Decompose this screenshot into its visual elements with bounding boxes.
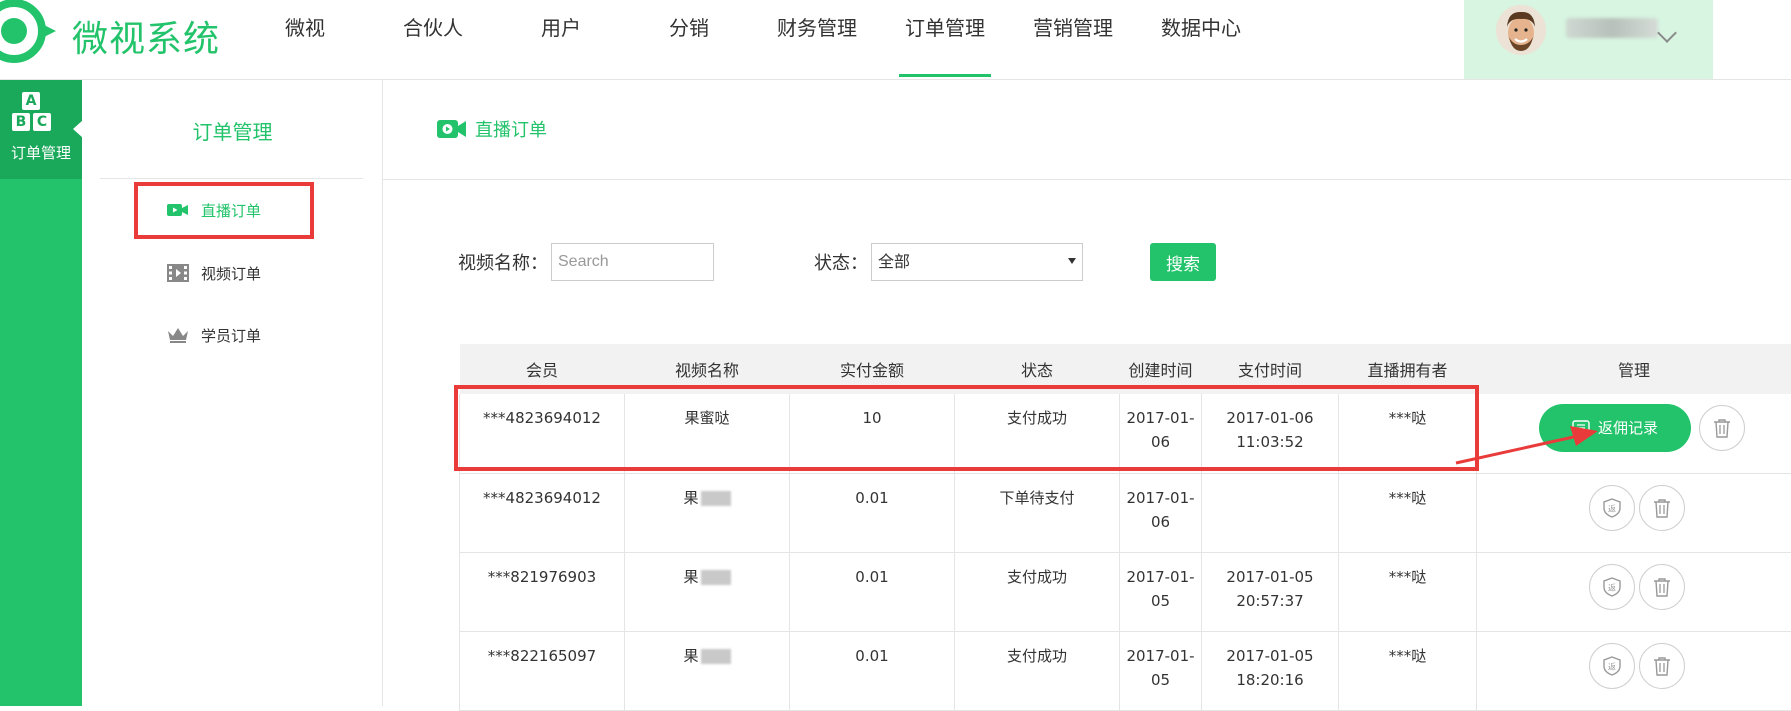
cell-video: 果 [625,631,790,710]
highlight-box-sidebar [134,182,314,239]
cell-amount: 0.01 [790,631,955,710]
delete-button[interactable] [1639,485,1685,531]
table-row: ***4823694012 果 0.01 下单待支付 2017-01-06 **… [460,473,1791,552]
nav-users[interactable]: 用户 [497,0,625,80]
svg-text:返: 返 [1608,662,1616,671]
cell-amount: 0.01 [790,552,955,631]
table-row: ***822165097 果 0.01 支付成功 2017-01-05 2017… [460,631,1791,710]
video-camera-icon [437,118,467,140]
abc-blocks-icon: A B C [12,92,52,134]
cell-created: 2017-01-05 [1120,631,1202,710]
cell-status: 支付成功 [955,631,1120,710]
trash-icon [1653,498,1671,518]
blurred-text [701,649,731,664]
cell-video-text: 果 [683,489,698,507]
logo-text: 微视系统 [72,10,220,62]
cell-status: 下单待支付 [955,473,1120,552]
trash-icon [1653,577,1671,597]
cell-owner: ***哒 [1339,631,1477,710]
cell-owner: ***哒 [1339,552,1477,631]
nav-weishi[interactable]: 微视 [241,0,369,80]
sidebar-item-video-orders[interactable]: 视频订单 [167,258,261,288]
cell-owner: ***哒 [1339,473,1477,552]
page-header: 直播订单 [383,80,1791,180]
status-label: 状态： [814,249,868,275]
cell-manage: 返佣记录 [1477,394,1791,473]
nav-finance[interactable]: 财务管理 [753,0,881,80]
chevron-down-icon[interactable] [1657,23,1677,43]
cell-manage: 返 [1477,473,1791,552]
trash-icon [1713,418,1731,438]
main-nav: 微视 合伙人 用户 分销 财务管理 订单管理 营销管理 数据中心 [241,0,1265,80]
sidebar: 订单管理 直播订单 视频订单 学员订单 [82,80,383,706]
cell-manage: 返 [1477,552,1791,631]
page-title: 直播订单 [437,116,547,142]
sidebar-title: 订单管理 [82,116,383,145]
svg-text:返: 返 [1608,583,1616,592]
trash-icon [1653,656,1671,676]
sidebar-item-label: 学员订单 [201,325,261,346]
cell-video-text: 果 [683,647,698,665]
sidebar-divider [100,178,363,179]
cell-created: 2017-01-06 [1120,473,1202,552]
col-manage: 管理 [1477,344,1791,394]
video-name-label: 视频名称： [458,249,548,275]
delete-button[interactable] [1699,405,1745,451]
cell-created: 2017-01-05 [1120,552,1202,631]
delete-button[interactable] [1639,564,1685,610]
avatar [1496,5,1546,55]
cell-status: 支付成功 [955,552,1120,631]
user-menu[interactable] [1464,0,1713,79]
cell-amount: 0.01 [790,473,955,552]
highlight-box-row [454,385,1479,471]
cell-video: 果 [625,552,790,631]
rebate-record-button[interactable]: 返佣记录 [1539,404,1691,452]
rebate-icon-button[interactable]: 返 [1589,643,1635,689]
user-name-blurred [1566,18,1658,38]
table-row: ***821976903 果 0.01 支付成功 2017-01-05 2017… [460,552,1791,631]
rebate-record-label: 返佣记录 [1598,416,1658,440]
nav-orders[interactable]: 订单管理 [881,0,1009,80]
blurred-text [701,570,731,585]
rebate-icon [1572,420,1590,436]
nav-marketing[interactable]: 营销管理 [1009,0,1137,80]
blurred-text [701,491,731,506]
film-icon [167,264,189,282]
cell-paid: 2017-01-05 18:20:16 [1202,631,1339,710]
eye-logo-icon [0,0,64,64]
cell-member: ***4823694012 [460,473,625,552]
shield-rebate-icon: 返 [1602,577,1622,597]
module-bar: A B C 订单管理 [0,80,82,706]
search-button[interactable]: 搜索 [1150,243,1216,281]
cell-manage: 返 [1477,631,1791,710]
shield-rebate-icon: 返 [1602,498,1622,518]
cell-video: 果 [625,473,790,552]
rebate-icon-button[interactable]: 返 [1589,485,1635,531]
nav-partner[interactable]: 合伙人 [369,0,497,80]
module-orders-label: 订单管理 [0,142,82,163]
cell-member: ***822165097 [460,631,625,710]
cell-video-text: 果 [683,568,698,586]
sidebar-item-label: 视频订单 [201,263,261,284]
module-orders[interactable]: A B C 订单管理 [0,80,82,179]
status-select-value: 全部 [878,252,910,271]
nav-distribution[interactable]: 分销 [625,0,753,80]
crown-icon [167,326,189,344]
svg-text:返: 返 [1608,504,1616,513]
video-name-search-input[interactable] [551,243,714,281]
dropdown-arrow-icon [1068,258,1076,264]
cell-paid [1202,473,1339,552]
nav-data-center[interactable]: 数据中心 [1137,0,1265,80]
status-select[interactable]: 全部 [871,243,1083,281]
shield-rebate-icon: 返 [1602,656,1622,676]
delete-button[interactable] [1639,643,1685,689]
top-header: 微视系统 微视 合伙人 用户 分销 财务管理 订单管理 营销管理 数据中心 [0,0,1791,80]
sidebar-item-student-orders[interactable]: 学员订单 [167,320,261,350]
page-title-text: 直播订单 [475,116,547,142]
cell-paid: 2017-01-05 20:57:37 [1202,552,1339,631]
cell-member: ***821976903 [460,552,625,631]
rebate-icon-button[interactable]: 返 [1589,564,1635,610]
